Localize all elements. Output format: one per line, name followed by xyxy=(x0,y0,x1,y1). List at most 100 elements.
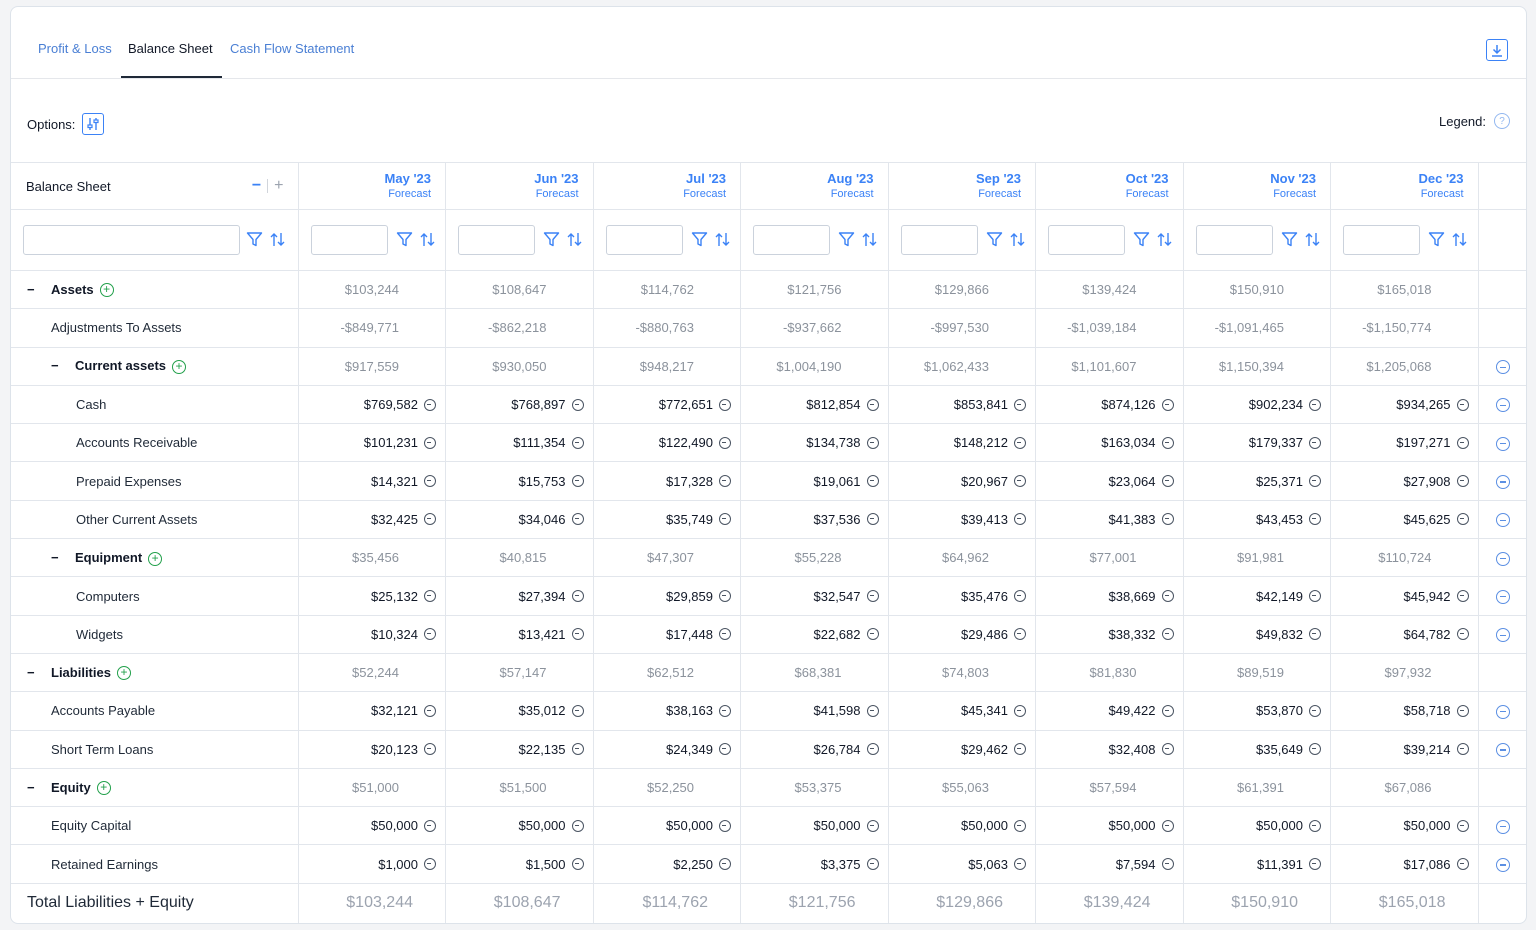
filter-icon[interactable] xyxy=(691,231,708,248)
value-cell[interactable]: $50,000 xyxy=(593,807,741,845)
collapse-toggle[interactable]: − xyxy=(51,550,61,565)
value-cell[interactable]: $34,046 xyxy=(446,500,594,538)
value-cell[interactable]: $5,063 xyxy=(888,845,1036,883)
value-cell[interactable]: $20,123 xyxy=(298,730,446,768)
value-cell[interactable]: $41,598 xyxy=(741,692,889,730)
value-cell[interactable]: $53,870 xyxy=(1183,692,1331,730)
value-cell[interactable]: $35,749 xyxy=(593,500,741,538)
sort-icon[interactable] xyxy=(419,231,436,248)
add-row-icon[interactable]: + xyxy=(117,666,131,680)
sort-icon[interactable] xyxy=(269,231,286,248)
tab-balance-sheet[interactable]: Balance Sheet xyxy=(128,41,213,56)
label-filter-input[interactable] xyxy=(23,225,240,255)
value-cell[interactable]: $13,421 xyxy=(446,615,594,653)
value-cell[interactable]: $32,425 xyxy=(298,500,446,538)
sort-icon[interactable] xyxy=(566,231,583,248)
add-row-icon[interactable]: + xyxy=(100,283,114,297)
value-cell[interactable]: $163,034 xyxy=(1036,424,1184,462)
value-cell[interactable]: $35,476 xyxy=(888,577,1036,615)
value-cell[interactable]: $41,383 xyxy=(1036,500,1184,538)
value-cell[interactable]: $1,000 xyxy=(298,845,446,883)
value-cell[interactable]: $20,967 xyxy=(888,462,1036,500)
value-cell[interactable]: $50,000 xyxy=(1036,807,1184,845)
collapse-toggle[interactable]: − xyxy=(27,282,37,297)
value-cell[interactable]: $24,349 xyxy=(593,730,741,768)
value-cell[interactable]: $29,859 xyxy=(593,577,741,615)
value-cell[interactable]: $179,337 xyxy=(1183,424,1331,462)
collapse-toggle[interactable]: − xyxy=(27,780,37,795)
sort-icon[interactable] xyxy=(1304,231,1321,248)
value-cell[interactable]: $50,000 xyxy=(298,807,446,845)
value-cell[interactable]: $874,126 xyxy=(1036,385,1184,423)
more-options-icon[interactable] xyxy=(1496,360,1510,374)
value-cell[interactable]: $29,486 xyxy=(888,615,1036,653)
month-filter-input[interactable] xyxy=(1343,225,1420,255)
month-filter-input[interactable] xyxy=(458,225,535,255)
filter-icon[interactable] xyxy=(1281,231,1298,248)
value-cell[interactable]: $122,490 xyxy=(593,424,741,462)
value-cell[interactable]: $19,061 xyxy=(741,462,889,500)
more-options-icon[interactable] xyxy=(1496,743,1510,757)
value-cell[interactable]: $50,000 xyxy=(888,807,1036,845)
filter-icon[interactable] xyxy=(543,231,560,248)
filter-icon[interactable] xyxy=(1428,231,1445,248)
value-cell[interactable]: $64,782 xyxy=(1331,615,1479,653)
more-options-icon[interactable] xyxy=(1496,858,1510,872)
value-cell[interactable]: $26,784 xyxy=(741,730,889,768)
value-cell[interactable]: $35,649 xyxy=(1183,730,1331,768)
help-icon[interactable]: ? xyxy=(1494,113,1510,129)
sort-icon[interactable] xyxy=(861,231,878,248)
options-button[interactable] xyxy=(82,113,104,135)
value-cell[interactable]: $32,547 xyxy=(741,577,889,615)
value-cell[interactable]: $39,214 xyxy=(1331,730,1479,768)
value-cell[interactable]: $11,391 xyxy=(1183,845,1331,883)
value-cell[interactable]: $42,149 xyxy=(1183,577,1331,615)
month-filter-input[interactable] xyxy=(901,225,978,255)
value-cell[interactable]: $10,324 xyxy=(298,615,446,653)
value-cell[interactable]: $27,394 xyxy=(446,577,594,615)
value-cell[interactable]: $1,500 xyxy=(446,845,594,883)
month-filter-input[interactable] xyxy=(606,225,683,255)
value-cell[interactable]: $17,086 xyxy=(1331,845,1479,883)
month-filter-input[interactable] xyxy=(311,225,388,255)
add-row-icon[interactable]: + xyxy=(148,552,162,566)
value-cell[interactable]: $23,064 xyxy=(1036,462,1184,500)
value-cell[interactable]: $15,753 xyxy=(446,462,594,500)
sort-icon[interactable] xyxy=(1156,231,1173,248)
collapse-toggle[interactable]: − xyxy=(51,358,61,373)
value-cell[interactable]: $32,408 xyxy=(1036,730,1184,768)
value-cell[interactable]: $934,265 xyxy=(1331,385,1479,423)
value-cell[interactable]: $768,897 xyxy=(446,385,594,423)
value-cell[interactable]: $17,328 xyxy=(593,462,741,500)
value-cell[interactable]: $148,212 xyxy=(888,424,1036,462)
value-cell[interactable]: $7,594 xyxy=(1036,845,1184,883)
more-options-icon[interactable] xyxy=(1496,705,1510,719)
filter-icon[interactable] xyxy=(396,231,413,248)
tab-cash-flow-statement[interactable]: Cash Flow Statement xyxy=(230,41,354,56)
month-filter-input[interactable] xyxy=(753,225,830,255)
value-cell[interactable]: $50,000 xyxy=(446,807,594,845)
tab-profit-loss[interactable]: Profit & Loss xyxy=(38,41,112,56)
value-cell[interactable]: $111,354 xyxy=(446,424,594,462)
more-options-icon[interactable] xyxy=(1496,513,1510,527)
value-cell[interactable]: $134,738 xyxy=(741,424,889,462)
value-cell[interactable]: $772,651 xyxy=(593,385,741,423)
sort-icon[interactable] xyxy=(1009,231,1026,248)
value-cell[interactable]: $2,250 xyxy=(593,845,741,883)
more-options-icon[interactable] xyxy=(1496,475,1510,489)
value-cell[interactable]: $32,121 xyxy=(298,692,446,730)
more-options-icon[interactable] xyxy=(1496,398,1510,412)
value-cell[interactable]: $22,682 xyxy=(741,615,889,653)
sort-icon[interactable] xyxy=(714,231,731,248)
expand-all-button[interactable]: + xyxy=(274,177,283,195)
value-cell[interactable]: $58,718 xyxy=(1331,692,1479,730)
value-cell[interactable]: $50,000 xyxy=(1331,807,1479,845)
value-cell[interactable]: $38,163 xyxy=(593,692,741,730)
value-cell[interactable]: $45,942 xyxy=(1331,577,1479,615)
value-cell[interactable]: $902,234 xyxy=(1183,385,1331,423)
collapse-toggle[interactable]: − xyxy=(27,665,37,680)
filter-icon[interactable] xyxy=(986,231,1003,248)
more-options-icon[interactable] xyxy=(1496,552,1510,566)
value-cell[interactable]: $45,625 xyxy=(1331,500,1479,538)
value-cell[interactable]: $853,841 xyxy=(888,385,1036,423)
